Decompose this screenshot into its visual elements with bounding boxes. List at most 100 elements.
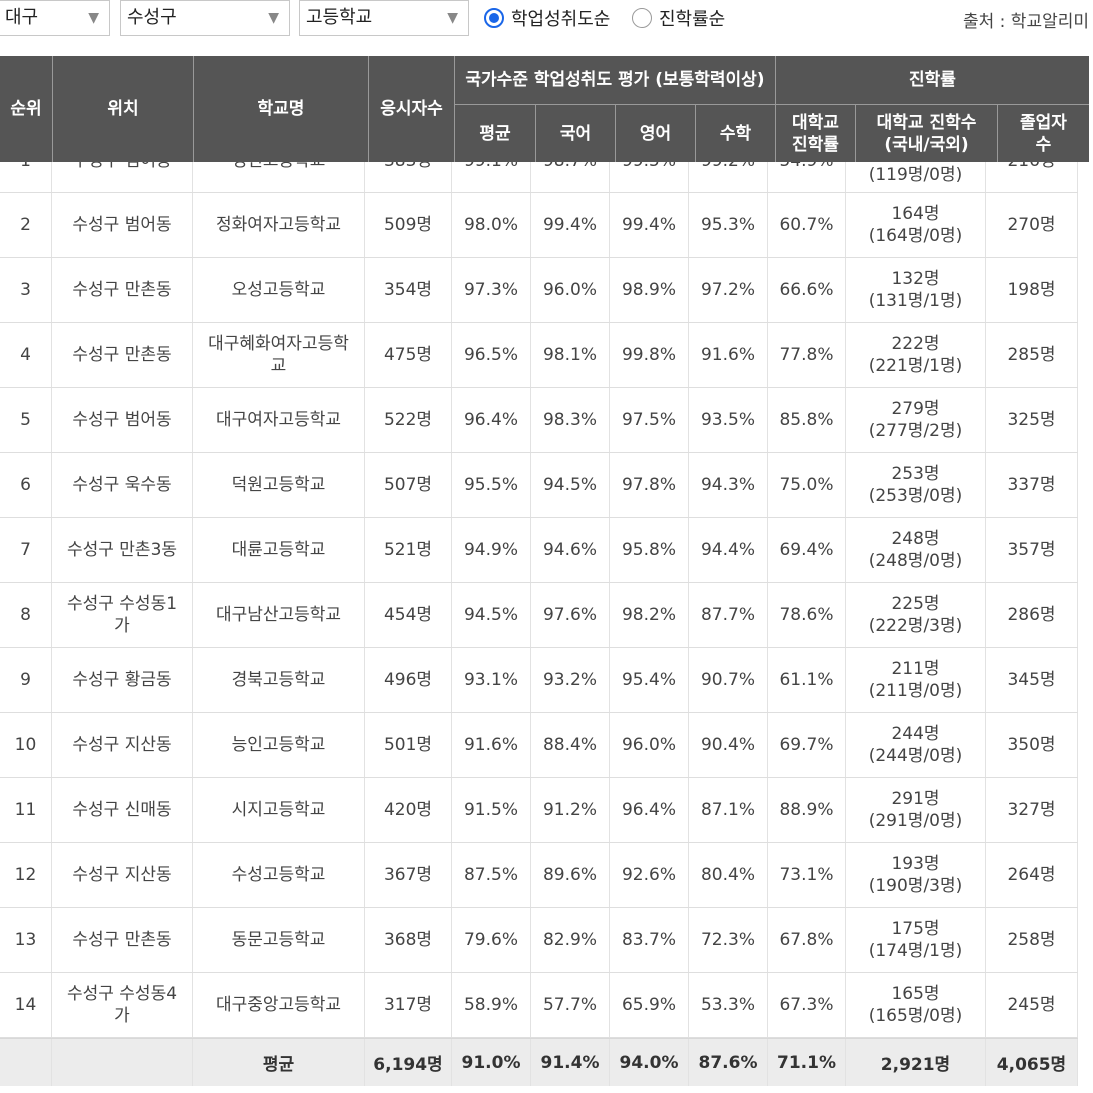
cell-school[interactable]: 동문고등학교 xyxy=(193,908,365,972)
cell-test-takers: 501명 xyxy=(365,713,452,777)
univ-count-total: 193명 xyxy=(891,854,940,874)
table-row[interactable]: 9 수성구 황금동 경북고등학교 496명 93.1% 93.2% 95.4% 90.7% 61… xyxy=(0,648,1078,713)
cell-english: 83.7% xyxy=(610,908,689,972)
cell-avg: 94.9% xyxy=(452,518,531,582)
table-footer: 평균 6,194명 91.0% 91.4% 94.0% 87.6% 71.1% … xyxy=(0,1038,1078,1086)
cell-korean: 99.4% xyxy=(531,193,610,257)
cell-univ-rate: 78.6% xyxy=(768,583,846,647)
univ-count-detail: (253명/0명) xyxy=(868,486,963,506)
table-row[interactable]: 13 수성구 만촌동 동문고등학교 368명 79.6% 82.9% 83.7% 72.3% 6… xyxy=(0,908,1078,973)
header-english[interactable]: 영어 xyxy=(616,105,695,162)
cell-univ-count: 165명 (165명/0명) xyxy=(846,973,986,1037)
district-select[interactable]: 수성구 ▼ xyxy=(120,0,290,36)
sort-progress-label: 진학률순 xyxy=(659,9,726,30)
header-divider xyxy=(52,56,53,162)
header-rank[interactable]: 순위 xyxy=(0,56,52,162)
cell-english: 95.8% xyxy=(610,518,689,582)
table-row[interactable]: 10 수성구 지산동 능인고등학교 501명 91.6% 88.4% 96.0% 90.4% 6… xyxy=(0,713,1078,778)
footer-graduates: 4,065명 xyxy=(986,1039,1078,1086)
cell-univ-rate: 77.8% xyxy=(768,323,846,387)
cell-avg: 93.1% xyxy=(452,648,531,712)
table-row[interactable]: 14 수성구 수성동4가 대구중앙고등학교 317명 58.9% 57.7% 65.9% 53… xyxy=(0,973,1078,1038)
sort-achievement-radio[interactable]: 학업성취도순 xyxy=(484,6,610,30)
header-divider xyxy=(775,56,776,162)
chevron-down-icon: ▼ xyxy=(447,10,458,26)
cell-math: 87.7% xyxy=(689,583,768,647)
cell-univ-count: 222명 (221명/1명) xyxy=(846,323,986,387)
cell-graduates: 325명 xyxy=(986,388,1078,452)
cell-school[interactable]: 덕원고등학교 xyxy=(193,453,365,517)
cell-graduates: 327명 xyxy=(986,778,1078,842)
cell-school[interactable]: 경신고등학교 xyxy=(193,162,365,192)
table-row[interactable]: 11 수성구 신매동 시지고등학교 420명 91.5% 91.2% 96.4% 87.1% 8… xyxy=(0,778,1078,843)
cell-school[interactable]: 시지고등학교 xyxy=(193,778,365,842)
table-row[interactable]: 1 수성구 범어동 경신고등학교 383명 99.1% 98.7% 99.5% … xyxy=(0,162,1078,193)
cell-univ-rate: 85.8% xyxy=(768,388,846,452)
univ-count-detail: (164명/0명) xyxy=(868,226,963,246)
cell-test-takers: 383명 xyxy=(365,162,452,192)
cell-math: 72.3% xyxy=(689,908,768,972)
cell-school[interactable]: 오성고등학교 xyxy=(193,258,365,322)
region-select[interactable]: 대구 ▼ xyxy=(0,0,110,36)
cell-avg: 79.6% xyxy=(452,908,531,972)
cell-rank: 13 xyxy=(0,908,52,972)
footer-univ-rate: 71.1% xyxy=(768,1039,846,1086)
header-test-takers[interactable]: 응시자수 xyxy=(369,56,454,162)
cell-school[interactable]: 대륜고등학교 xyxy=(193,518,365,582)
cell-rank: 5 xyxy=(0,388,52,452)
filter-bar: 대구 ▼ 수성구 ▼ 고등학교 ▼ 학업성취도순 진학률순 출처 : 학교알리미 xyxy=(0,0,1093,38)
cell-school[interactable]: 정화여자고등학교 xyxy=(193,193,365,257)
cell-school[interactable]: 능인고등학교 xyxy=(193,713,365,777)
cell-avg: 58.9% xyxy=(452,973,531,1037)
cell-graduates: 198명 xyxy=(986,258,1078,322)
cell-korean: 98.7% xyxy=(531,162,610,192)
table-row[interactable]: 2 수성구 범어동 정화여자고등학교 509명 98.0% 99.4% 99.4% 95.3%… xyxy=(0,193,1078,258)
header-math[interactable]: 수학 xyxy=(696,105,775,162)
cell-school[interactable]: 수성고등학교 xyxy=(193,843,365,907)
cell-univ-count: 164명 (164명/0명) xyxy=(846,193,986,257)
univ-count-total: 132명 xyxy=(891,269,940,289)
cell-math: 94.4% xyxy=(689,518,768,582)
table-body: 1 수성구 범어동 경신고등학교 383명 99.1% 98.7% 99.5% … xyxy=(0,162,1093,1038)
cell-korean: 93.2% xyxy=(531,648,610,712)
cell-univ-rate: 69.7% xyxy=(768,713,846,777)
cell-school[interactable]: 대구여자고등학교 xyxy=(193,388,365,452)
cell-location: 수성구 신매동 xyxy=(52,778,193,842)
table-row[interactable]: 4 수성구 만촌동 대구혜화여자고등학교 475명 96.5% 98.1% 99.8% 91.… xyxy=(0,323,1078,388)
cell-school[interactable]: 경북고등학교 xyxy=(193,648,365,712)
univ-count-total: 211명 xyxy=(891,659,940,679)
table-row[interactable]: 8 수성구 수성동1가 대구남산고등학교 454명 94.5% 97.6% 98.2% 87.… xyxy=(0,583,1078,648)
header-univ-count[interactable]: 대학교 진학수 (국내/국외) xyxy=(856,105,997,162)
cell-school[interactable]: 대구중앙고등학교 xyxy=(193,973,365,1037)
header-school[interactable]: 학교명 xyxy=(194,56,368,162)
cell-avg: 97.3% xyxy=(452,258,531,322)
table-row[interactable]: 7 수성구 만촌3동 대륜고등학교 521명 94.9% 94.6% 95.8% 94.4% 6… xyxy=(0,518,1078,583)
cell-rank: 9 xyxy=(0,648,52,712)
cell-school[interactable]: 대구남산고등학교 xyxy=(193,583,365,647)
table-row[interactable]: 12 수성구 지산동 수성고등학교 367명 87.5% 89.6% 92.6% 80.4% 7… xyxy=(0,843,1078,908)
header-korean[interactable]: 국어 xyxy=(536,105,615,162)
header-location[interactable]: 위치 xyxy=(53,56,193,162)
footer-english: 94.0% xyxy=(610,1039,689,1086)
cell-test-takers: 367명 xyxy=(365,843,452,907)
cell-rank: 10 xyxy=(0,713,52,777)
table-row[interactable]: 3 수성구 만촌동 오성고등학교 354명 97.3% 96.0% 98.9% 97.2% 66… xyxy=(0,258,1078,323)
cell-korean: 98.1% xyxy=(531,323,610,387)
univ-count-detail: (190명/3명) xyxy=(868,876,963,896)
header-graduates[interactable]: 졸업자 수 xyxy=(998,105,1089,162)
cell-avg: 96.5% xyxy=(452,323,531,387)
cell-location: 수성구 범어동 xyxy=(52,162,193,192)
cell-rank: 2 xyxy=(0,193,52,257)
header-avg[interactable]: 평균 xyxy=(455,105,535,162)
table-row[interactable]: 6 수성구 욱수동 덕원고등학교 507명 95.5% 94.5% 97.8% 94.3% 75… xyxy=(0,453,1078,518)
cell-rank: 12 xyxy=(0,843,52,907)
table-row[interactable]: 5 수성구 범어동 대구여자고등학교 522명 96.4% 98.3% 97.5% 93.5%… xyxy=(0,388,1078,453)
chevron-down-icon: ▼ xyxy=(88,10,99,26)
cell-school[interactable]: 대구혜화여자고등학교 xyxy=(193,323,365,387)
school-type-select[interactable]: 고등학교 ▼ xyxy=(299,0,469,36)
sort-progress-radio[interactable]: 진학률순 xyxy=(632,6,725,30)
cell-location: 수성구 만촌동 xyxy=(52,908,193,972)
cell-avg: 99.1% xyxy=(452,162,531,192)
header-univ-rate[interactable]: 대학교 진학률 xyxy=(776,105,855,162)
header-divider xyxy=(193,56,194,162)
